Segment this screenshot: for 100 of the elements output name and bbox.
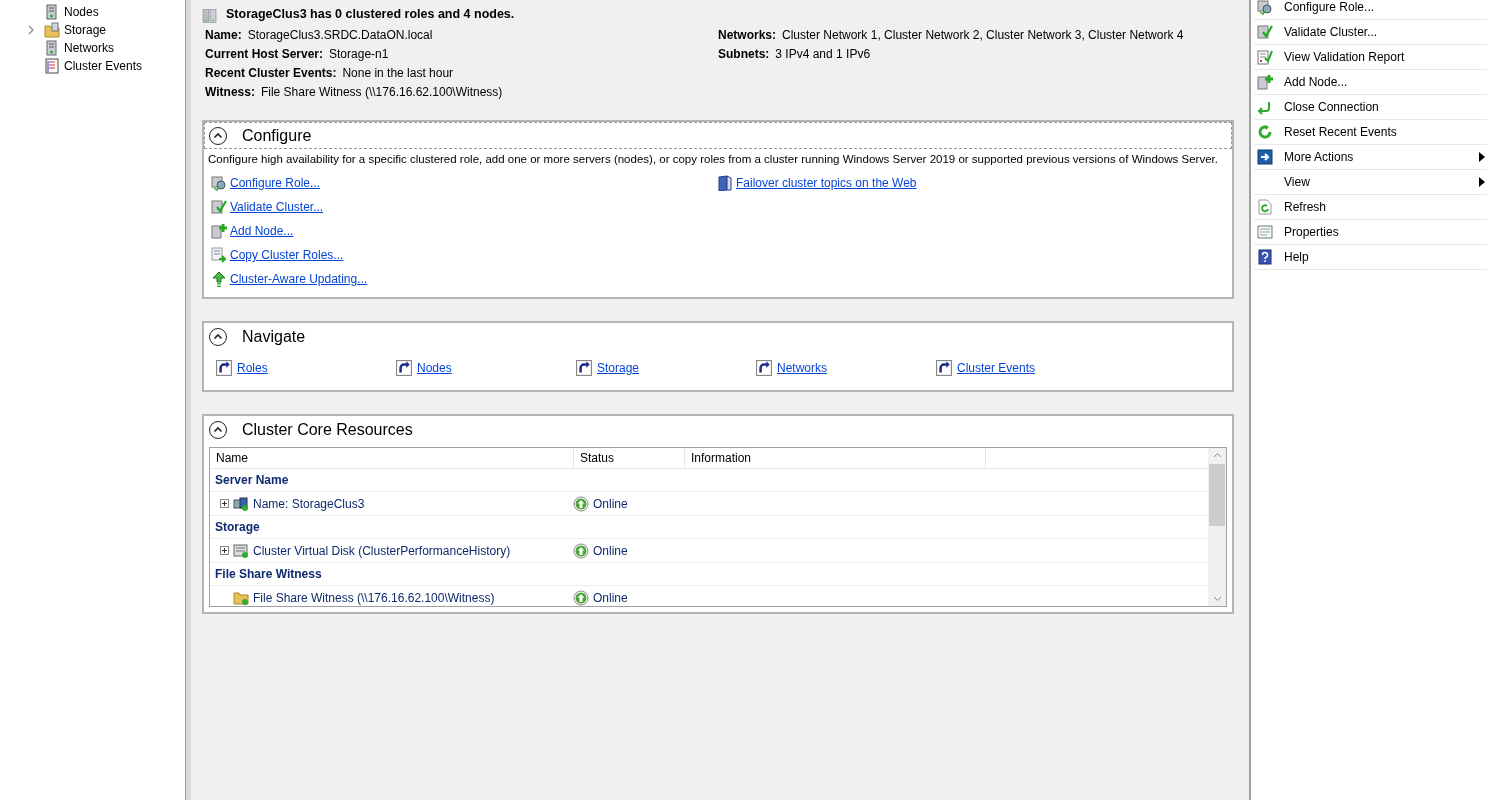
navigate-link[interactable]: Storage <box>597 361 640 375</box>
server-gear-icon <box>1257 0 1273 15</box>
return-arrow-icon <box>1257 99 1273 115</box>
server-plus-icon <box>211 223 227 239</box>
action-item[interactable]: More Actions <box>1254 145 1487 170</box>
folder-icon <box>44 22 60 38</box>
action-item[interactable]: Help <box>1254 245 1487 270</box>
action-link[interactable]: Add Node... <box>230 224 294 238</box>
field-value: StorageClus3.SRDC.DataON.local <box>247 27 433 42</box>
summary-headline: StorageClus3 has 0 clustered roles and 4 nodes. <box>226 7 515 23</box>
server-check-icon <box>1257 24 1273 40</box>
action-item[interactable]: Reset Recent Events <box>1254 120 1487 145</box>
server-icon <box>44 40 60 56</box>
online-status-icon <box>573 589 589 606</box>
field-label: Subnets: <box>718 46 770 61</box>
field-value: File Share Witness (\\176.16.62.100\Witness) <box>260 84 503 99</box>
resource-name: Name: StorageClus3 <box>253 496 365 511</box>
navigate-link[interactable]: Roles <box>237 361 268 375</box>
section-title: Configure <box>242 126 312 145</box>
action-item[interactable]: Validate Cluster... <box>1254 20 1487 45</box>
section-title: Navigate <box>242 327 306 346</box>
field-label: Current Host Server: <box>205 46 324 61</box>
action-item[interactable]: Refresh <box>1254 195 1487 220</box>
help-icon <box>1257 249 1273 265</box>
shortcut-icon <box>576 360 592 376</box>
up-arrow-icon <box>211 271 227 287</box>
expand-plus-icon[interactable] <box>220 499 229 508</box>
shortcut-icon <box>396 360 412 376</box>
tree-item[interactable]: Cluster Events <box>64 59 143 73</box>
column-header[interactable]: Status <box>574 448 685 468</box>
cluster-server-icon <box>202 8 218 24</box>
section-description: Configure high availability for a specific clustered role, add one or more servers (nodes), or copy roles from a cluster running Windows Server 2019 or supported previous versions of Windows Server. <box>207 152 1219 167</box>
action-link[interactable]: Configure Role... <box>230 176 321 190</box>
online-status-icon <box>573 495 589 512</box>
shortcut-icon <box>936 360 952 376</box>
group-heading: Storage <box>210 516 1208 539</box>
action-item[interactable]: View Validation Report <box>1254 45 1487 70</box>
action-item[interactable]: Properties <box>1254 220 1487 245</box>
status-text: Online <box>593 543 628 558</box>
collapse-button[interactable] <box>208 419 228 440</box>
resource-name: Cluster Virtual Disk (ClusterPerformanceHistory) <box>253 543 511 558</box>
document-arrow-icon <box>211 247 227 263</box>
refresh-icon <box>1257 199 1273 215</box>
section-header[interactable]: Navigate <box>204 323 1232 350</box>
section-title: Cluster Core Resources <box>242 420 413 439</box>
action-item[interactable]: Close Connection <box>1254 95 1487 120</box>
action-item[interactable]: Configure Role... <box>1254 0 1487 20</box>
field-label: Witness: <box>205 84 255 99</box>
tree-item[interactable]: Networks <box>64 41 114 55</box>
action-item[interactable]: View <box>1254 170 1487 195</box>
expand-chevron-icon[interactable] <box>28 25 34 35</box>
shortcut-icon <box>756 360 772 376</box>
field-value: None in the last hour <box>342 65 454 80</box>
navigate-link[interactable]: Networks <box>777 361 827 375</box>
server-check-icon <box>211 199 227 215</box>
event-log-icon <box>44 58 60 74</box>
section-header[interactable]: Cluster Core Resources <box>204 416 1232 443</box>
book-icon <box>717 175 733 191</box>
share-folder-icon <box>233 589 249 606</box>
collapse-button[interactable] <box>208 125 228 146</box>
submenu-arrow-icon <box>1479 152 1485 162</box>
group-heading: File Share Witness <box>210 563 1208 586</box>
arrow-box-icon <box>1257 149 1273 165</box>
field-label: Name: <box>205 27 242 42</box>
field-value: Cluster Network 1, Cluster Network 2, Cluster Network 3, Cluster Network 4 <box>782 27 1184 42</box>
collapse-button[interactable] <box>208 326 228 347</box>
circular-arrow-icon <box>1257 124 1273 140</box>
field-label: Networks: <box>718 27 776 42</box>
scroll-up-icon[interactable] <box>1212 452 1222 458</box>
online-status-icon <box>573 542 589 559</box>
navigate-link[interactable]: Nodes <box>417 361 452 375</box>
tree-item[interactable]: Storage <box>64 23 107 37</box>
server-gear-icon <box>211 175 227 191</box>
action-item[interactable]: Add Node... <box>1254 70 1487 95</box>
action-link[interactable]: Cluster-Aware Updating... <box>230 272 368 286</box>
field-value: Storage-n1 <box>329 46 389 61</box>
action-link[interactable]: Validate Cluster... <box>230 200 324 214</box>
scrollbar-thumb[interactable] <box>1209 464 1225 526</box>
group-heading: Server Name <box>210 469 1208 492</box>
shortcut-icon <box>216 360 232 376</box>
field-label: Recent Cluster Events: <box>205 65 337 80</box>
resource-name: File Share Witness (\\176.16.62.100\Witness) <box>253 590 495 605</box>
field-value: 3 IPv4 and 1 IPv6 <box>775 46 871 61</box>
properties-icon <box>1257 224 1273 240</box>
expand-plus-icon[interactable] <box>220 546 229 555</box>
section-header[interactable]: Configure <box>204 122 1232 149</box>
server-icon <box>44 4 60 20</box>
submenu-arrow-icon <box>1479 177 1485 187</box>
status-text: Online <box>593 590 628 605</box>
column-header[interactable]: Name <box>210 448 574 468</box>
scroll-down-icon[interactable] <box>1212 596 1222 602</box>
tree-item[interactable]: Nodes <box>64 5 99 19</box>
status-text: Online <box>593 496 628 511</box>
network-name-icon <box>233 495 249 512</box>
navigate-link[interactable]: Cluster Events <box>957 361 1036 375</box>
server-plus-icon <box>1257 74 1273 90</box>
column-header[interactable]: Information <box>685 448 986 468</box>
action-link[interactable]: Failover cluster topics on the Web <box>736 176 917 190</box>
report-check-icon <box>1257 49 1273 65</box>
action-link[interactable]: Copy Cluster Roles... <box>230 248 344 262</box>
